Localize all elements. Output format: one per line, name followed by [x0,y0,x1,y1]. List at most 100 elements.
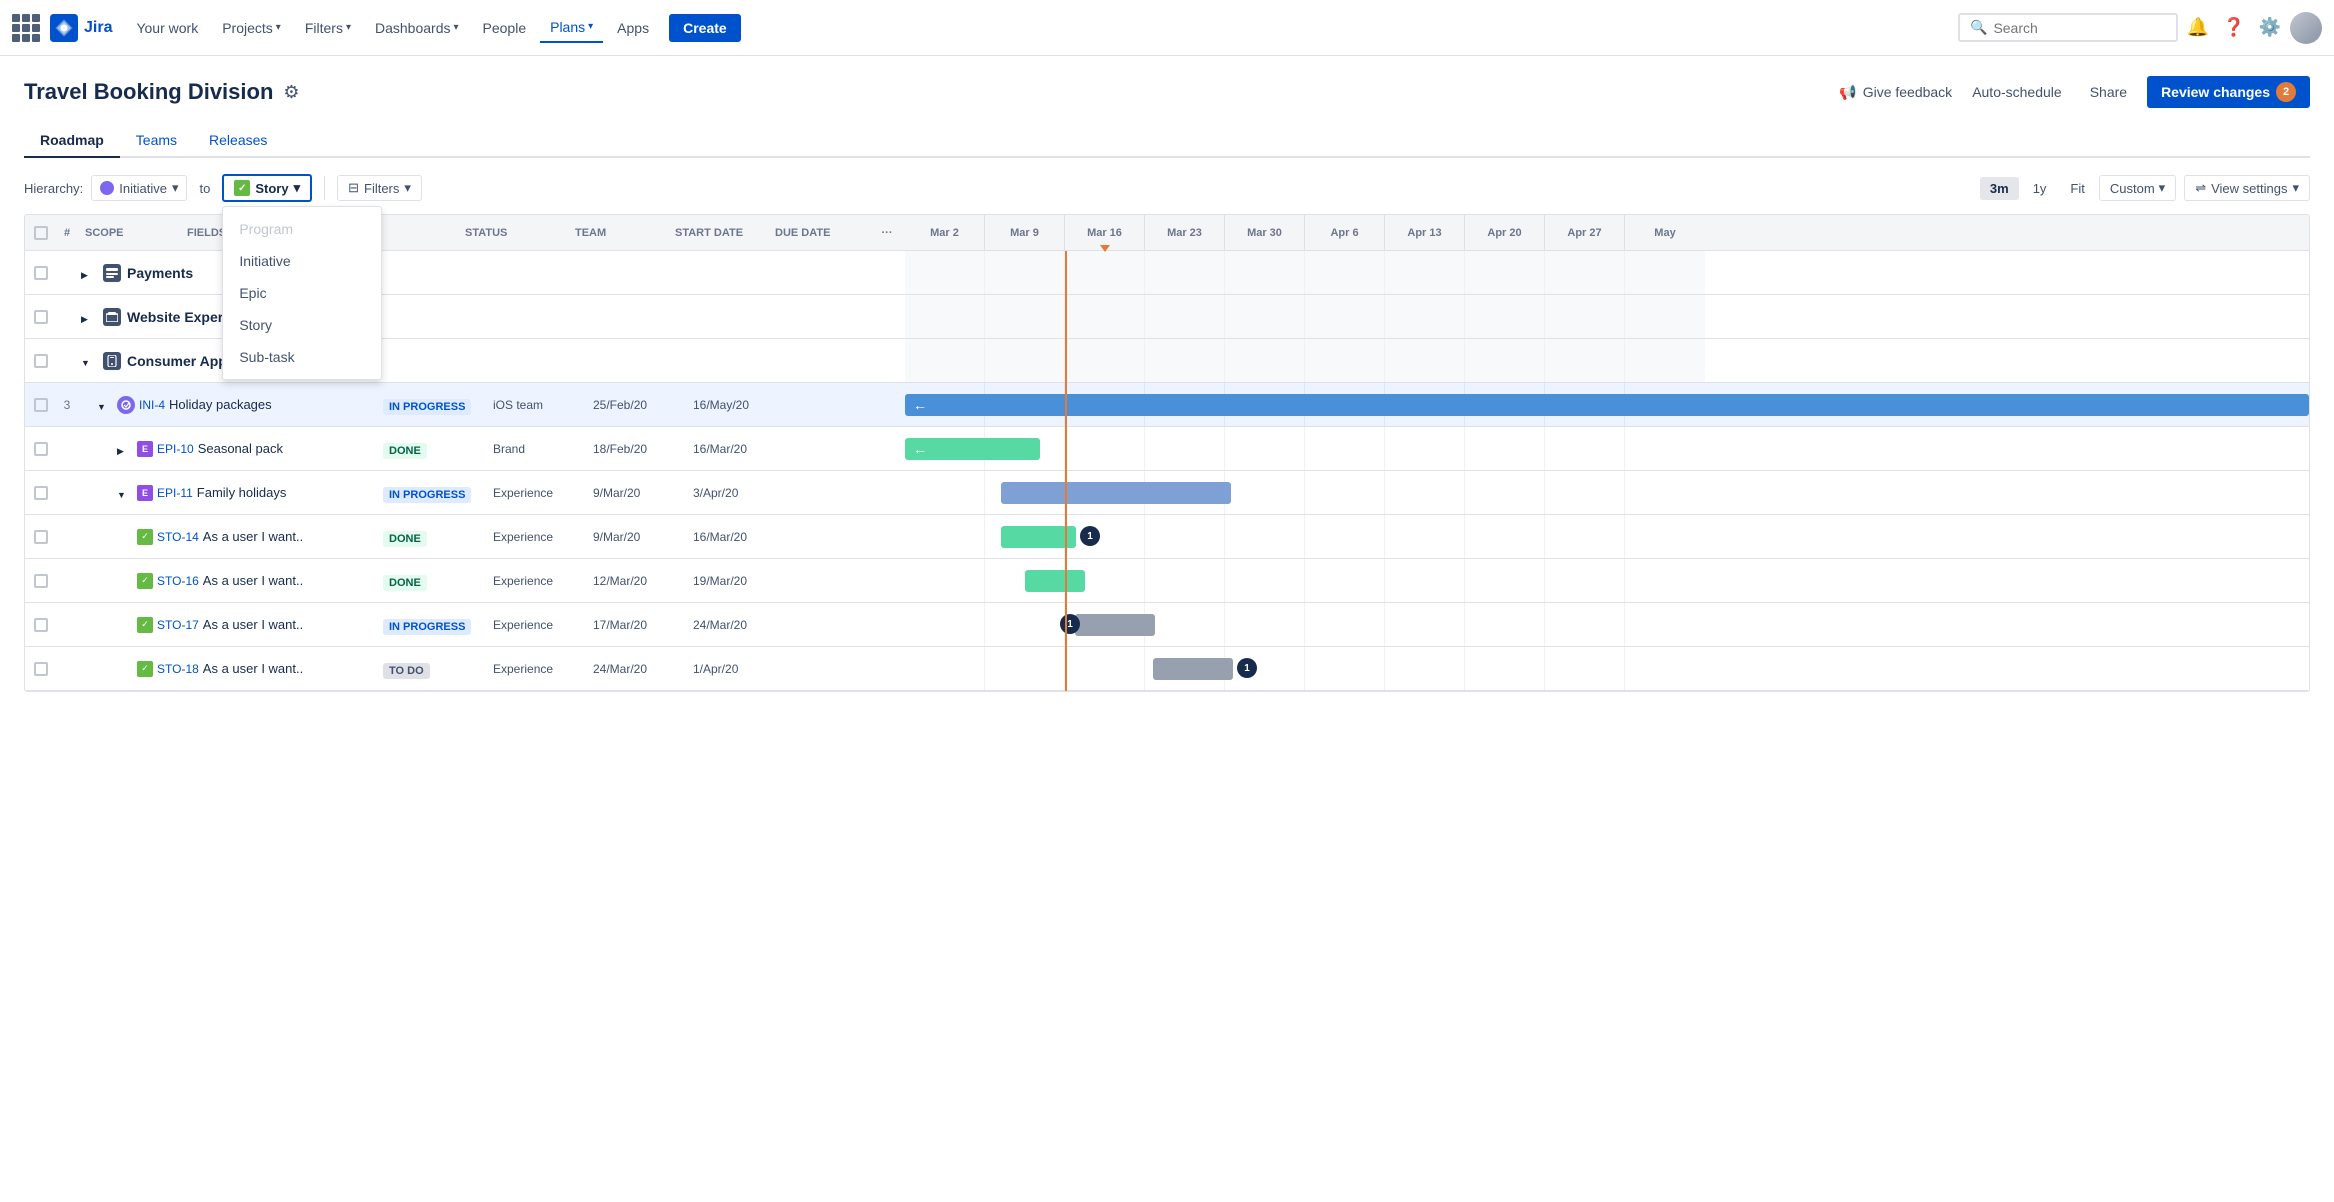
payments-checkbox[interactable] [34,266,48,280]
table-row[interactable]: ✓ STO-18 As a user I want.. TO DO Experi… [25,647,905,691]
gantt-bar-epi11[interactable] [1001,482,1231,504]
row-number: 3 [57,398,77,412]
notifications-button[interactable]: 🔔 [2182,12,2214,44]
dropdown-initiative[interactable]: Initiative [223,245,381,277]
table-row[interactable]: Website Experience [25,295,905,339]
settings-gear-icon[interactable]: ⚙ [283,82,299,103]
row-issue-cell: ✓ STO-18 As a user I want.. [77,661,377,677]
hierarchy-to-button[interactable]: ✓ Story ▾ [222,174,312,202]
user-avatar[interactable] [2290,12,2322,44]
expand-icon[interactable] [117,485,135,501]
table-row[interactable]: ✓ STO-17 As a user I want.. IN PROGRESS … [25,603,905,647]
sto16-code: STO-16 [157,574,199,588]
to-label: to [199,181,210,196]
nav-your-work[interactable]: Your work [126,14,208,42]
tab-releases[interactable]: Releases [193,124,283,158]
create-button[interactable]: Create [669,14,741,42]
expand-icon[interactable] [97,397,115,413]
page-header: Travel Booking Division ⚙ 📢 Give feedbac… [24,76,2310,108]
megaphone-icon: 📢 [1839,84,1856,101]
ini4-checkbox[interactable] [34,398,48,412]
table-row[interactable]: ✓ STO-16 As a user I want.. DONE Experie… [25,559,905,603]
dropdown-epic[interactable]: Epic [223,277,381,309]
expand-icon[interactable] [81,353,99,369]
nav-apps[interactable]: Apps [607,14,659,42]
website-checkbox[interactable] [34,310,48,324]
sto17-checkbox[interactable] [34,618,48,632]
expand-icon[interactable] [81,265,99,281]
sto14-checkbox[interactable] [34,530,48,544]
nav-people[interactable]: People [473,14,537,42]
nav-dashboards[interactable]: Dashboards ▾ [365,14,469,42]
row-issue-cell: INI-4 Holiday packages [77,396,377,414]
row-issue-cell: ✓ STO-14 As a user I want.. [77,529,377,545]
settings-button[interactable]: ⚙️ [2254,12,2286,44]
timeframe-1y[interactable]: 1y [2023,177,2057,200]
gantt-bar-sto18[interactable] [1153,658,1233,680]
share-button[interactable]: Share [2082,80,2135,104]
expand-icon[interactable] [117,441,135,457]
epi11-checkbox[interactable] [34,486,48,500]
header-due-col: Due date [769,227,869,239]
timeframe-fit[interactable]: Fit [2060,177,2094,200]
sto16-checkbox[interactable] [34,574,48,588]
tab-roadmap[interactable]: Roadmap [24,124,120,158]
sto18-due: 1/Apr/20 [687,662,787,676]
table-row[interactable]: E EPI-11 Family holidays IN PROGRESS Exp… [25,471,905,515]
gantt-col-apr6: Apr 6 [1305,215,1385,250]
tab-teams[interactable]: Teams [120,124,193,158]
gantt-badge-sto14: 1 [1080,526,1100,546]
give-feedback-button[interactable]: 📢 Give feedback [1839,84,1952,101]
dropdown-story[interactable]: Story [223,309,381,341]
auto-schedule-button[interactable]: Auto-schedule [1964,80,2070,104]
table-row[interactable]: 3 INI-4 Holiday packages IN PROGRESS iOS… [25,383,905,427]
select-all-checkbox[interactable] [34,226,48,240]
sto18-code: STO-18 [157,662,199,676]
consumer-checkbox[interactable] [34,354,48,368]
filters-button[interactable]: ⊟ Filters ▾ [337,175,422,201]
sto18-icon: ✓ [137,661,153,677]
review-changes-button[interactable]: Review changes 2 [2147,76,2310,108]
sto18-team: Experience [487,662,587,676]
table-row[interactable]: ✓ STO-14 As a user I want.. DONE Experie… [25,515,905,559]
custom-timeframe-button[interactable]: Custom ▾ [2099,175,2176,201]
ini4-icon [117,396,135,414]
hierarchy-from-button[interactable]: Initiative ▾ [91,175,187,201]
nav-plans[interactable]: Plans ▾ [540,13,603,43]
gantt-bar-sto17[interactable] [1075,614,1155,636]
expand-icon[interactable] [81,309,99,325]
sto16-due: 19/Mar/20 [687,574,787,588]
review-count-badge: 2 [2276,82,2296,102]
nav-projects[interactable]: Projects ▾ [212,14,291,42]
gantt-body-wrapper: ← ← [905,251,2309,691]
header-scope-col: SCOPE [77,227,143,239]
search-input[interactable] [1993,20,2166,36]
page-actions: 📢 Give feedback Auto-schedule Share Revi… [1839,76,2310,108]
epi10-start: 18/Feb/20 [587,442,687,456]
epi11-status: IN PROGRESS [377,485,487,501]
dropdown-subtask[interactable]: Sub-task [223,341,381,373]
sto16-icon: ✓ [137,573,153,589]
gantt-bar-epi10[interactable]: ← [905,438,1040,460]
app-switcher[interactable] [12,14,40,42]
sto14-title: As a user I want.. [203,529,303,544]
fields-more-button[interactable]: ··· [869,227,905,239]
row-issue-cell: E EPI-11 Family holidays [77,485,377,501]
sto18-checkbox[interactable] [34,662,48,676]
timeframe-3m[interactable]: 3m [1980,177,2019,200]
gantt-bar-sto16[interactable] [1025,570,1085,592]
table-row[interactable]: Consumer App [25,339,905,383]
story-dropdown: Program Initiative Epic Story Sub-task [222,206,382,380]
table-row[interactable]: E EPI-10 Seasonal pack DONE Brand 18/Feb… [25,427,905,471]
gantt-bar-sto14[interactable] [1001,526,1076,548]
epi10-checkbox[interactable] [34,442,48,456]
gantt-bar-ini4[interactable]: ← [905,394,2309,416]
view-settings-button[interactable]: ⇌ View settings ▾ [2184,175,2310,201]
epi10-code: EPI-10 [157,442,194,456]
table-row[interactable]: Payments [25,251,905,295]
help-button[interactable]: ❓ [2218,12,2250,44]
nav-filters[interactable]: Filters ▾ [295,14,361,42]
gantt-col-mar30: Mar 30 [1225,215,1305,250]
jira-logo[interactable]: Jira [50,14,112,42]
header-start-col: Start date [669,227,769,239]
